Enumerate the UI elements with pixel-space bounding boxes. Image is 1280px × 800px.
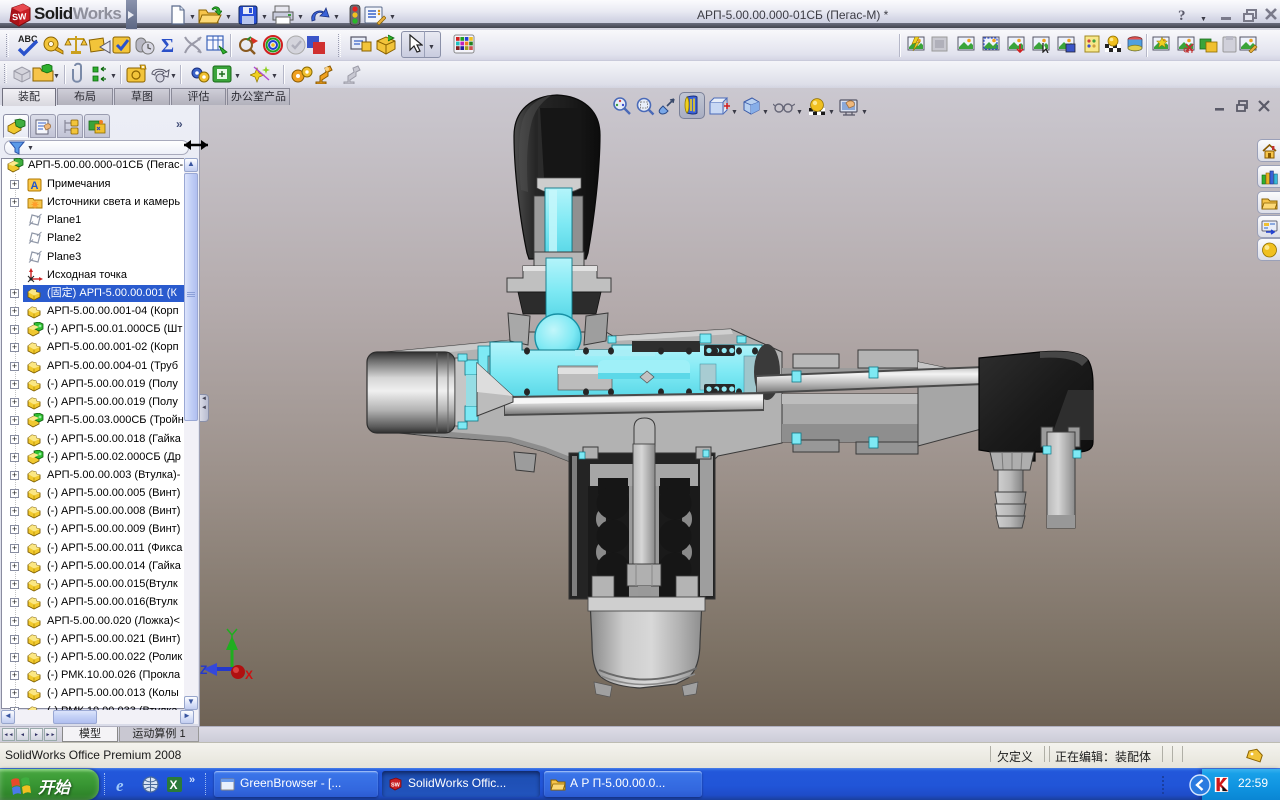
svg-text:Z: Z — [200, 663, 207, 677]
svg-text:Σ: Σ — [161, 35, 174, 57]
svg-text:SW: SW — [391, 783, 401, 789]
svg-text:A: A — [31, 180, 39, 192]
svg-text:X: X — [170, 778, 178, 792]
svg-text:SW: SW — [12, 11, 28, 22]
svg-text:X: X — [245, 668, 253, 682]
